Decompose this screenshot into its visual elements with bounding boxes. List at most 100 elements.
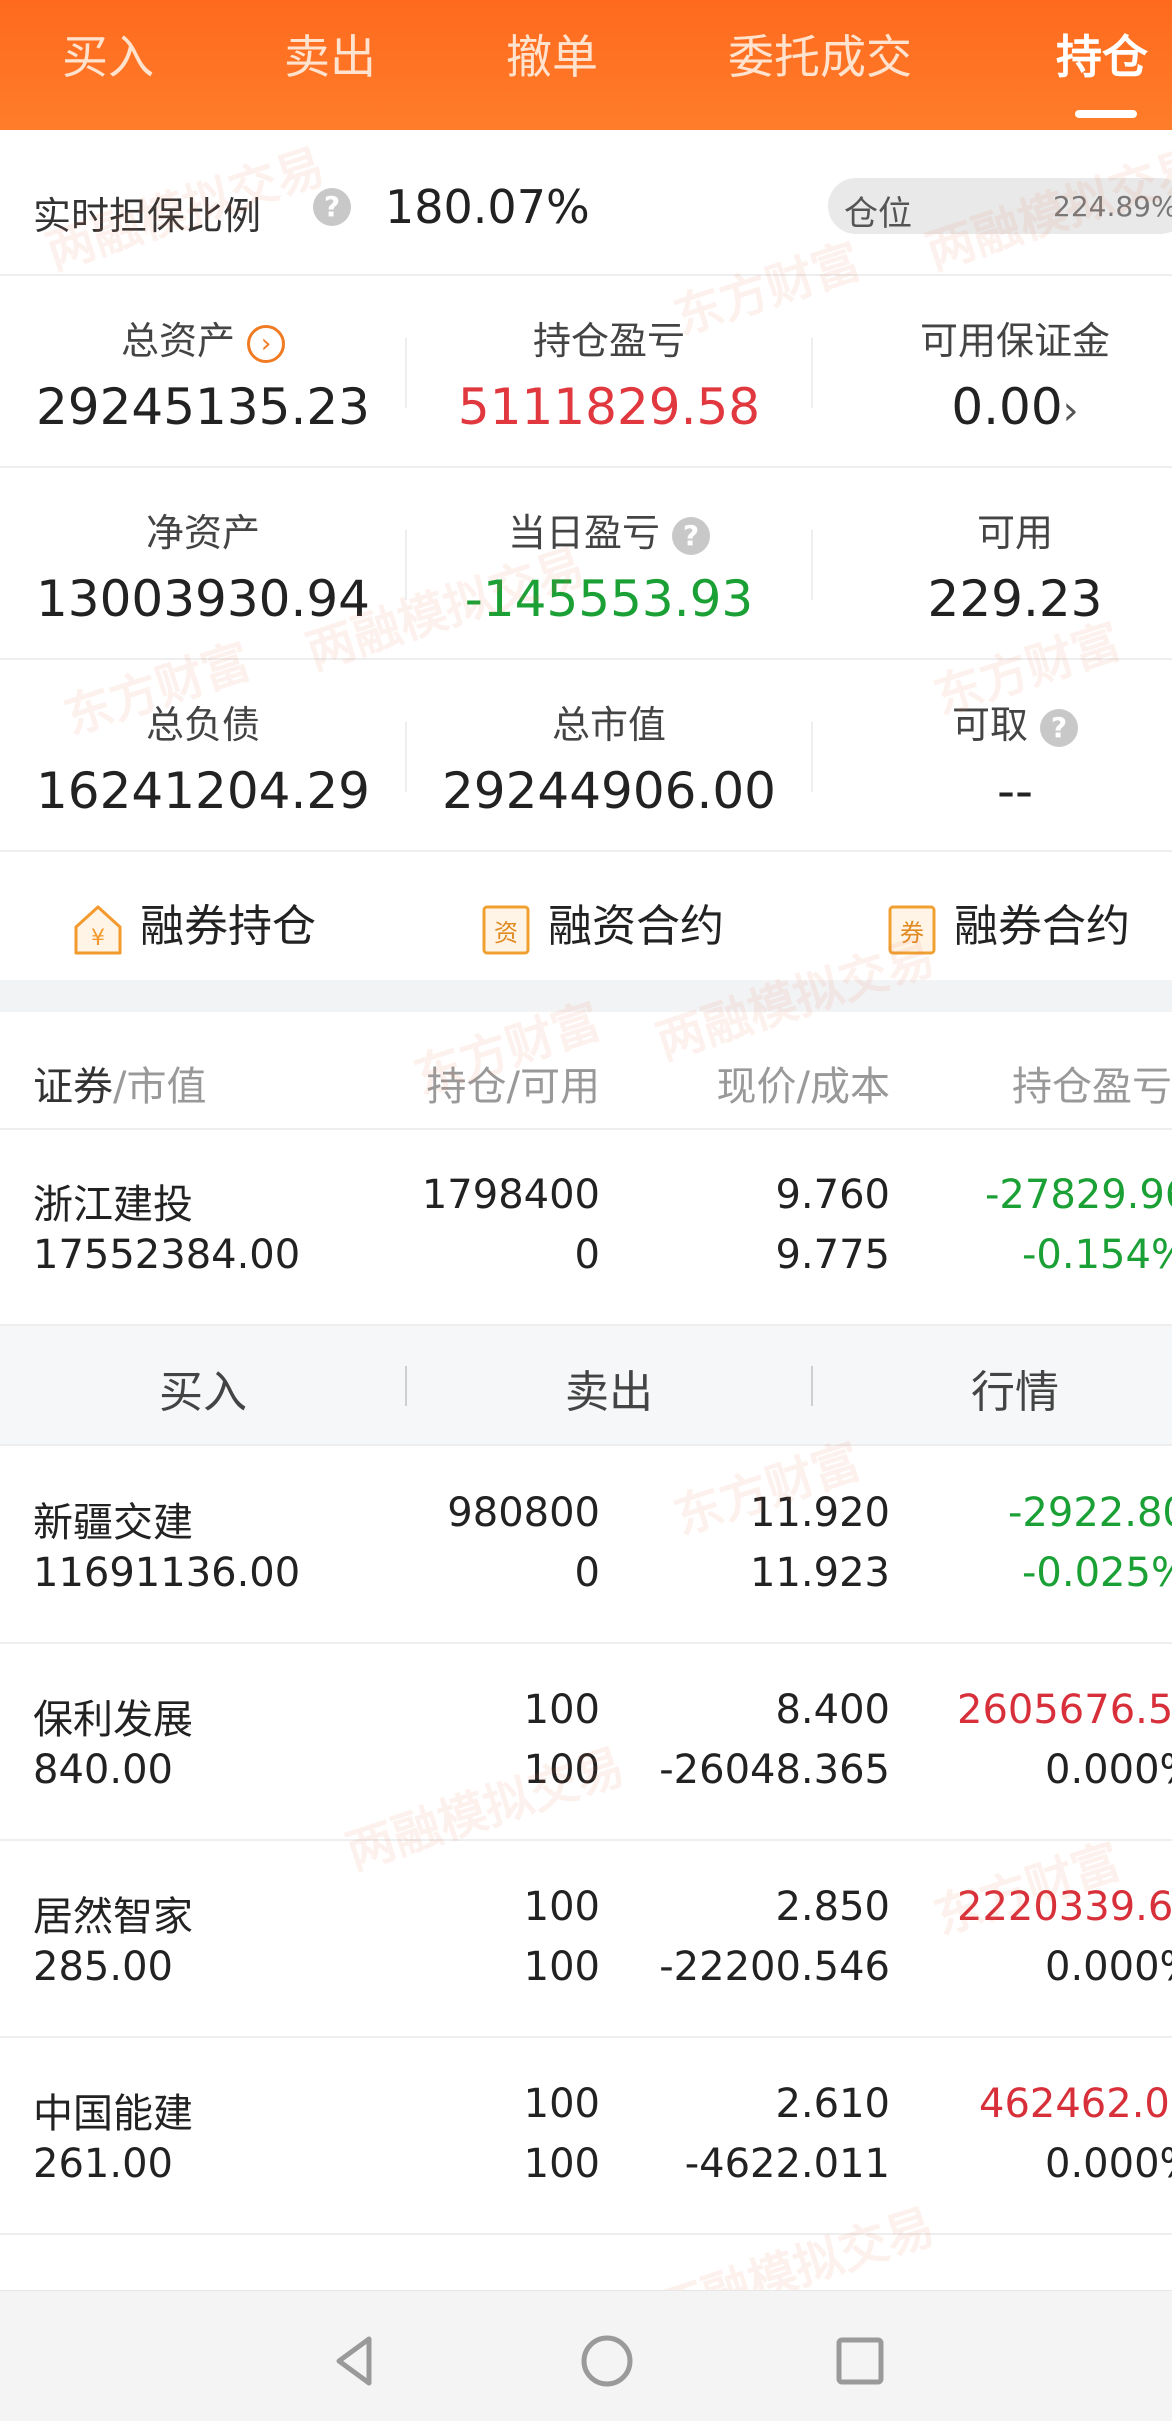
available-margin[interactable]: 可用保证金 0.00›: [812, 278, 1172, 468]
total-liabilities-value: 16241204.29: [35, 762, 370, 820]
holdings-table-header: 证券/市值 持仓/可用 现价/成本 持仓盈亏: [0, 1012, 1172, 1130]
top-tab-bar: 买入 卖出 撤单 委托成交 持仓: [0, 0, 1172, 130]
help-icon[interactable]: ?: [672, 516, 711, 555]
system-navigation-bar: [0, 2290, 1172, 2421]
back-triangle-icon[interactable]: [325, 2331, 385, 2391]
financing-contracts-label: 融资合约: [548, 901, 724, 952]
holding-pnl: -27829.96: [985, 1172, 1172, 1218]
position-ratio-pill[interactable]: 仓位 224.89%: [828, 178, 1172, 234]
recents-square-icon[interactable]: [830, 2331, 890, 2391]
current-price: 11.920: [750, 1490, 890, 1536]
securities-contract-icon: 券: [888, 905, 936, 955]
short-positions-button[interactable]: ¥ 融券持仓: [72, 890, 316, 955]
holding-pnl-pct: 0.000%: [1045, 1747, 1172, 1793]
position-qty: 100: [523, 1884, 600, 1930]
table-row[interactable]: 新疆交建 11691136.00 980800 0 11.920 11.923 …: [0, 1448, 1172, 1644]
quick-buy-button[interactable]: 买入: [0, 1356, 406, 1420]
available-margin-label: 可用保证金: [919, 319, 1110, 363]
position-qty: 980800: [447, 1490, 600, 1536]
securities-lending-contracts-button[interactable]: 券 融券合约: [886, 890, 1130, 955]
account-stats-row-1: 总资产 › 29245135.23 持仓盈亏 5111829.58 可用保证金 …: [0, 278, 1172, 468]
svg-text:资: 资: [494, 919, 518, 947]
circle-arrow-right-icon[interactable]: ›: [247, 324, 286, 363]
active-tab-indicator: [1075, 110, 1137, 118]
available-margin-value: 0.00: [951, 378, 1063, 436]
net-assets-label: 净资产: [145, 511, 260, 555]
cost-price: 11.923: [750, 1550, 890, 1596]
short-positions-label: 融券持仓: [140, 901, 316, 952]
daily-pnl-label: 当日盈亏: [507, 511, 660, 555]
market-value: 11691136.00: [33, 1550, 301, 1596]
quick-sell-button[interactable]: 卖出: [406, 1356, 812, 1420]
current-price: 2.610: [775, 2081, 890, 2127]
tab-sell[interactable]: 卖出: [284, 22, 376, 92]
chevron-right-icon: ›: [1062, 388, 1079, 434]
col-security-header: 证券/市值: [33, 1064, 207, 1110]
finance-contract-icon: 资: [482, 905, 530, 955]
tab-orders-trades[interactable]: 委托成交: [728, 22, 912, 92]
daily-pnl: 当日盈亏 ? -145553.93: [406, 470, 812, 660]
market-value: 285.00: [33, 1944, 173, 1990]
holding-pnl: 持仓盈亏 5111829.58: [406, 278, 812, 468]
guarantee-ratio-label: 实时担保比例: [33, 194, 262, 238]
help-icon[interactable]: ?: [313, 188, 351, 226]
divider: [405, 530, 407, 600]
available-qty: 0: [574, 1550, 600, 1596]
position-qty: 1798400: [421, 1172, 600, 1218]
divider: [811, 722, 813, 792]
svg-text:¥: ¥: [91, 926, 105, 951]
net-assets-value: 13003930.94: [35, 570, 370, 628]
guarantee-ratio-row: 实时担保比例 ? 180.07% 仓位 224.89%: [0, 130, 1172, 276]
table-row[interactable]: 浙江建投 17552384.00 1798400 0 9.760 9.775 -…: [0, 1130, 1172, 1326]
net-assets: 净资产 13003930.94: [0, 470, 406, 660]
total-assets-value: 29245135.23: [35, 378, 370, 436]
col-position-header: 持仓/可用: [426, 1064, 600, 1110]
tab-cancel[interactable]: 撤单: [506, 22, 598, 92]
help-icon[interactable]: ?: [1040, 708, 1079, 747]
cost-price: -26048.365: [659, 1747, 890, 1793]
home-circle-icon[interactable]: [577, 2331, 637, 2391]
holding-pnl-label: 持仓盈亏: [532, 319, 685, 363]
tab-positions[interactable]: 持仓: [1056, 22, 1148, 92]
table-row-partial[interactable]: [0, 2236, 1172, 2290]
financing-contracts-button[interactable]: 资 融资合约: [480, 890, 724, 955]
cost-price: 9.775: [775, 1232, 890, 1278]
current-price: 2.850: [775, 1884, 890, 1930]
quick-quote-button[interactable]: 行情: [812, 1356, 1172, 1420]
total-assets[interactable]: 总资产 › 29245135.23: [0, 278, 406, 468]
available-qty: 100: [523, 1747, 600, 1793]
holding-pnl: 2220339.61: [957, 1884, 1172, 1930]
guarantee-ratio-value: 180.07%: [385, 180, 590, 234]
available-qty: 100: [523, 2141, 600, 2187]
daily-pnl-value: -145553.93: [464, 570, 754, 628]
svg-text:券: 券: [900, 919, 924, 947]
table-row[interactable]: 中国能建 261.00 100 100 2.610 -4622.011 4624…: [0, 2039, 1172, 2235]
available-funds-value: 229.23: [927, 570, 1103, 628]
cost-price: -4622.011: [684, 2141, 890, 2187]
holding-pnl: 2605676.53: [957, 1687, 1172, 1733]
security-name: 中国能建: [33, 2091, 193, 2137]
position-qty: 100: [523, 2081, 600, 2127]
available-qty: 100: [523, 1944, 600, 1990]
tab-buy[interactable]: 买入: [62, 22, 154, 92]
market-value: 261.00: [33, 2141, 173, 2187]
row-quick-actions: 买入 卖出 行情: [0, 1326, 1172, 1446]
available-funds-label: 可用: [976, 511, 1053, 555]
current-price: 9.760: [775, 1172, 890, 1218]
divider: [811, 338, 813, 408]
market-value: 840.00: [33, 1747, 173, 1793]
withdrawable: 可取 ? --: [812, 662, 1172, 852]
available-qty: 0: [574, 1232, 600, 1278]
total-market-value-label: 总市值: [551, 703, 666, 747]
margin-shortcuts: ¥ 融券持仓 资 融资合约 券 融券合约: [0, 850, 1172, 980]
positions-panel: 实时担保比例 ? 180.07% 仓位 224.89% 总资产 › 292451…: [0, 130, 1172, 2290]
table-row[interactable]: 保利发展 840.00 100 100 8.400 -26048.365 260…: [0, 1645, 1172, 1841]
securities-lending-contracts-label: 融券合约: [954, 901, 1130, 952]
total-market-value: 总市值 29244906.00: [406, 662, 812, 852]
holding-pnl-pct: -0.154%: [1022, 1232, 1172, 1278]
security-name: 居然智家: [33, 1894, 193, 1940]
holding-pnl-pct: 0.000%: [1045, 1944, 1172, 1990]
total-assets-label: 总资产: [120, 319, 235, 363]
divider: [811, 530, 813, 600]
table-row[interactable]: 居然智家 285.00 100 100 2.850 -22200.546 222…: [0, 1842, 1172, 2038]
